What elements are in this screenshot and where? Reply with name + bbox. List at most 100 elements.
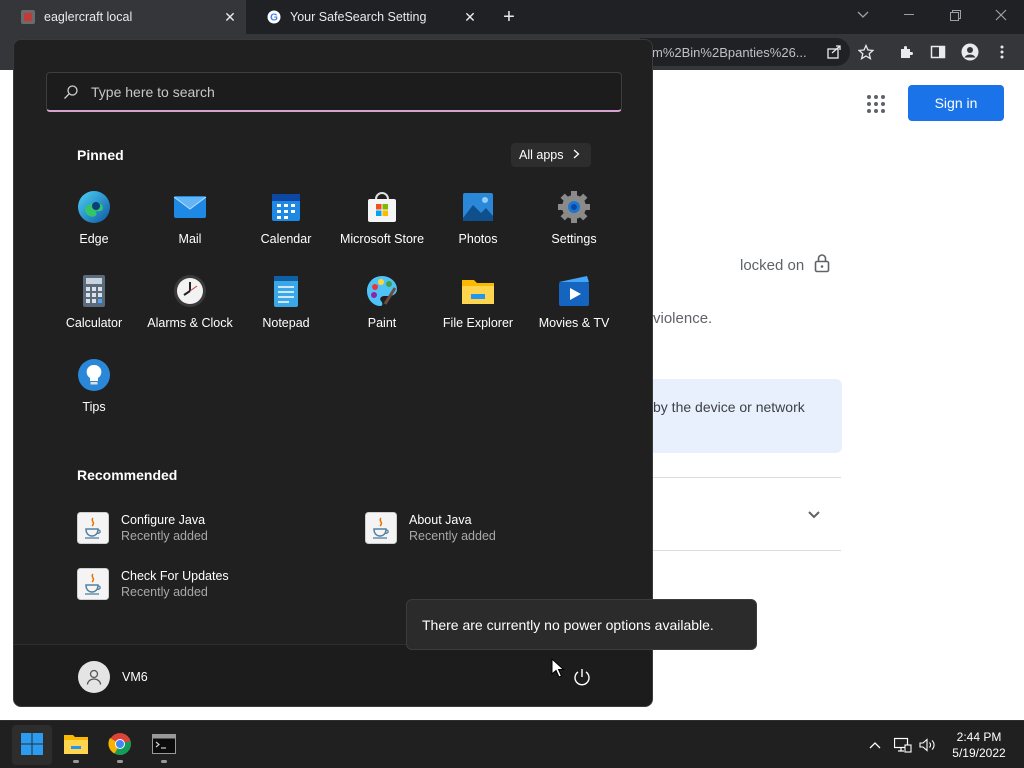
tab-search-chevron-icon[interactable] <box>840 0 886 30</box>
pinned-app-label: Tips <box>82 400 106 414</box>
network-icon[interactable] <box>893 721 913 768</box>
all-apps-label: All apps <box>519 148 564 162</box>
share-icon[interactable] <box>824 42 844 62</box>
start-search-box[interactable]: Type here to search <box>46 72 622 112</box>
google-favicon-icon: G <box>266 9 282 25</box>
play-icon <box>557 274 591 308</box>
all-apps-button[interactable]: All apps <box>511 143 591 167</box>
store-icon <box>365 190 399 224</box>
recommended-item-name: About Java <box>409 513 472 527</box>
svg-text:G: G <box>270 13 278 24</box>
pinned-app-movies-tv[interactable]: Movies & TV <box>526 274 622 354</box>
java-icon <box>77 512 109 544</box>
avatar <box>78 661 110 693</box>
pinned-app-notepad[interactable]: Notepad <box>238 274 334 354</box>
recommended-item-about-java[interactable]: About Java Recently added <box>365 512 496 544</box>
address-bar[interactable]: m%2Bin%2Bpanties%26... <box>640 38 850 66</box>
pinned-app-microsoft-store[interactable]: Microsoft Store <box>334 190 430 270</box>
taskbar: 2:44 PM 5/19/2022 <box>0 720 1024 768</box>
taskbar-terminal[interactable] <box>144 725 184 765</box>
taskbar-file-explorer[interactable] <box>56 725 96 765</box>
profile-icon[interactable] <box>960 42 980 62</box>
bookmark-star-icon[interactable] <box>856 42 876 62</box>
pinned-app-label: Paint <box>367 316 397 330</box>
chevron-down-icon[interactable] <box>806 506 822 522</box>
pinned-app-edge[interactable]: Edge <box>46 190 142 270</box>
notepad-icon <box>269 274 303 308</box>
minimize-button[interactable] <box>886 0 932 30</box>
pinned-app-label: Movies & TV <box>538 316 610 330</box>
url-text: m%2Bin%2Bpanties%26... <box>652 44 807 60</box>
tab-eaglercraft[interactable]: eaglercraft local ✕ <box>0 0 246 34</box>
user-name: VM6 <box>122 670 148 684</box>
locked-text: locked on <box>740 256 805 274</box>
pinned-app-label: Calculator <box>65 316 123 330</box>
search-icon <box>63 84 79 100</box>
extensions-puzzle-icon[interactable] <box>896 42 916 62</box>
pinned-app-tips[interactable]: Tips <box>46 358 142 438</box>
side-panel-icon[interactable] <box>928 42 948 62</box>
lock-icon <box>814 253 830 277</box>
pinned-app-label: File Explorer <box>442 316 514 330</box>
browser-tab-bar: eaglercraft local ✕ G Your SafeSearch Se… <box>0 0 1024 34</box>
running-indicator <box>161 760 167 763</box>
new-tab-button[interactable]: + <box>498 7 520 27</box>
sign-in-button[interactable]: Sign in <box>908 85 1004 121</box>
clock-icon <box>173 274 207 308</box>
pinned-app-mail[interactable]: Mail <box>142 190 238 270</box>
photos-icon <box>461 190 495 224</box>
show-hidden-icons-chevron-up-icon[interactable] <box>866 721 884 768</box>
pinned-app-photos[interactable]: Photos <box>430 190 526 270</box>
chrome-icon <box>108 732 132 759</box>
search-placeholder: Type here to search <box>91 83 215 100</box>
mouse-cursor-icon <box>551 657 565 678</box>
restore-button[interactable] <box>932 0 978 30</box>
mail-icon <box>173 190 207 224</box>
pinned-app-settings[interactable]: Settings <box>526 190 622 270</box>
lightbulb-icon <box>77 358 111 392</box>
recommended-item-name: Check For Updates <box>121 569 229 583</box>
pinned-app-label: Mail <box>178 232 202 246</box>
recommended-item-subtitle: Recently added <box>121 529 208 543</box>
managed-notice-box: by the device or network <box>653 379 842 453</box>
clock-date: 5/19/2022 <box>952 746 1006 760</box>
pinned-app-alarms-clock[interactable]: Alarms & Clock <box>142 274 238 354</box>
running-indicator <box>117 760 123 763</box>
recommended-item-check-for-updates[interactable]: Check For Updates Recently added <box>77 568 229 600</box>
close-icon[interactable]: ✕ <box>222 9 238 25</box>
clock-time: 2:44 PM <box>956 730 1002 744</box>
safesearch-locked-status: locked on <box>740 253 830 277</box>
menu-kebab-icon[interactable] <box>992 42 1012 62</box>
volume-icon[interactable] <box>918 721 938 768</box>
pinned-app-paint[interactable]: Paint <box>334 274 430 354</box>
pinned-app-label: Calendar <box>260 232 312 246</box>
palette-icon <box>365 274 399 308</box>
pinned-app-label: Edge <box>79 232 109 246</box>
power-icon[interactable] <box>572 667 592 687</box>
pinned-heading: Pinned <box>77 147 124 163</box>
taskbar-clock[interactable]: 2:44 PM 5/19/2022 <box>944 729 1014 761</box>
taskbar-chrome[interactable] <box>100 725 140 765</box>
terminal-icon <box>152 733 176 757</box>
windows-logo-icon <box>20 732 44 759</box>
pinned-app-label: Notepad <box>262 316 310 330</box>
tooltip-text: There are currently no power options ava… <box>422 616 714 633</box>
description-text: violence. <box>653 310 713 327</box>
close-icon[interactable]: ✕ <box>462 9 478 25</box>
calculator-icon <box>77 274 111 308</box>
recommended-item-name: Configure Java <box>121 513 206 527</box>
close-window-button[interactable] <box>978 0 1024 30</box>
pinned-app-calculator[interactable]: Calculator <box>46 274 142 354</box>
recommended-item-subtitle: Recently added <box>121 585 208 599</box>
recommended-item-configure-java[interactable]: Configure Java Recently added <box>77 512 208 544</box>
java-icon <box>365 512 397 544</box>
start-button[interactable] <box>12 725 52 765</box>
google-apps-icon[interactable] <box>866 94 886 114</box>
user-account-button[interactable]: VM6 <box>78 661 148 693</box>
pinned-app-file-explorer[interactable]: File Explorer <box>430 274 526 354</box>
tab-safesearch[interactable]: G Your SafeSearch Setting ✕ <box>246 0 486 34</box>
recommended-item-subtitle: Recently added <box>409 529 496 543</box>
pinned-app-calendar[interactable]: Calendar <box>238 190 334 270</box>
notice-text: by the device or network <box>653 399 805 415</box>
gear-icon <box>557 190 591 224</box>
